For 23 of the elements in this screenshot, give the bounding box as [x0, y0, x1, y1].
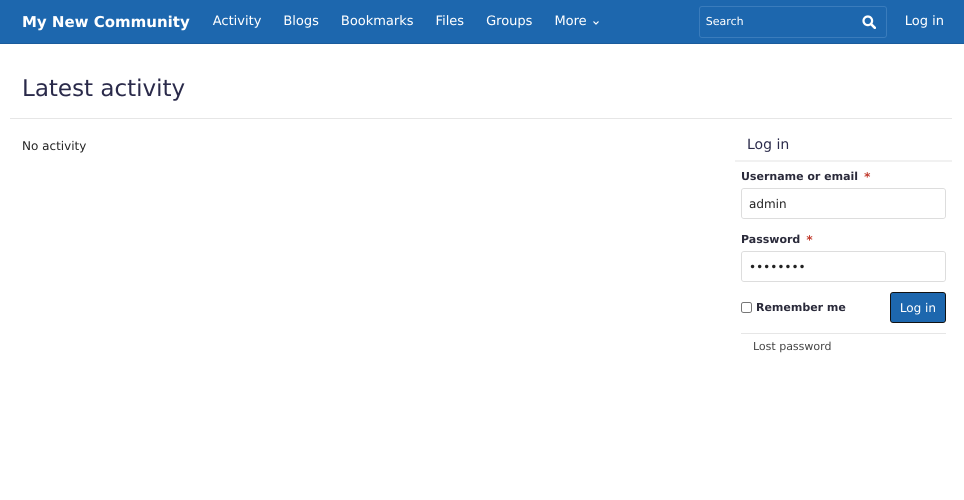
checkbox[interactable] — [741, 302, 752, 313]
nav-link[interactable]: Blogs — [272, 14, 330, 29]
search-field[interactable]: Search — [698, 6, 887, 38]
nav-link[interactable]: Groups — [475, 14, 544, 29]
lost-password-link[interactable]: Lost password — [741, 334, 946, 359]
input-field[interactable]: •••••••• — [741, 251, 946, 282]
page-title: Latest activity — [21, 75, 186, 104]
nav-link[interactable]: Files — [424, 14, 476, 29]
nav-link[interactable]: Bookmarks — [330, 14, 425, 29]
panel-title: Log in — [735, 137, 952, 162]
checkbox-label: Remember me — [756, 301, 846, 314]
required-mark: * — [806, 233, 813, 247]
nav-link[interactable]: More — [543, 14, 610, 29]
empty-message: No activity — [22, 139, 88, 153]
field-label: Password — [741, 233, 800, 247]
search-icon[interactable] — [862, 14, 876, 28]
input-field[interactable]: admin — [741, 188, 946, 219]
site-title[interactable]: My New Community — [22, 12, 190, 30]
nav-link[interactable]: Activity — [202, 14, 272, 29]
field-label: Username or email — [741, 170, 858, 184]
login-button[interactable]: Log in — [890, 292, 946, 323]
login-link[interactable]: Log in — [896, 14, 952, 29]
required-mark: * — [864, 170, 870, 184]
